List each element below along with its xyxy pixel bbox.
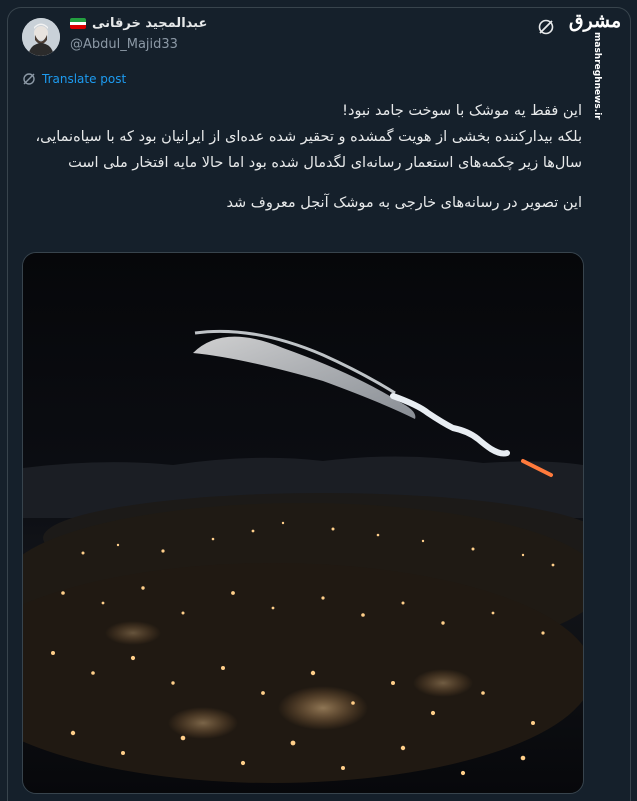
translate-post-label[interactable]: Translate post xyxy=(42,72,126,86)
watermark: مشرق mashreghnews.ir xyxy=(562,10,632,120)
author-handle[interactable]: @Abdul_Majid33 xyxy=(70,37,178,52)
grok-icon[interactable] xyxy=(537,18,555,36)
watermark-url: mashreghnews.ir xyxy=(592,32,602,120)
tweet-paragraph-1: بلکه بیدارکننده بخشی از هویت گمشده و تحق… xyxy=(35,129,582,171)
tweet-line-1: این فقط یه موشک با سوخت جامد نبود! xyxy=(342,103,582,119)
avatar[interactable] xyxy=(22,18,60,56)
night-rocket-photo-icon xyxy=(23,253,583,793)
tweet-paragraph-2: این تصویر در رسانه‌های خارجی به موشک آنج… xyxy=(226,195,582,211)
author-display-name[interactable]: عبدالمجید خرقانی xyxy=(92,16,207,31)
translate-post-link[interactable]: Translate post xyxy=(22,72,126,86)
tweet-media-image[interactable] xyxy=(22,252,584,794)
iran-flag-icon xyxy=(70,18,86,29)
tweet-text: این فقط یه موشک با سوخت جامد نبود! بلکه … xyxy=(20,98,582,216)
grok-translate-icon xyxy=(23,73,35,85)
watermark-logo: مشرق xyxy=(568,10,622,32)
